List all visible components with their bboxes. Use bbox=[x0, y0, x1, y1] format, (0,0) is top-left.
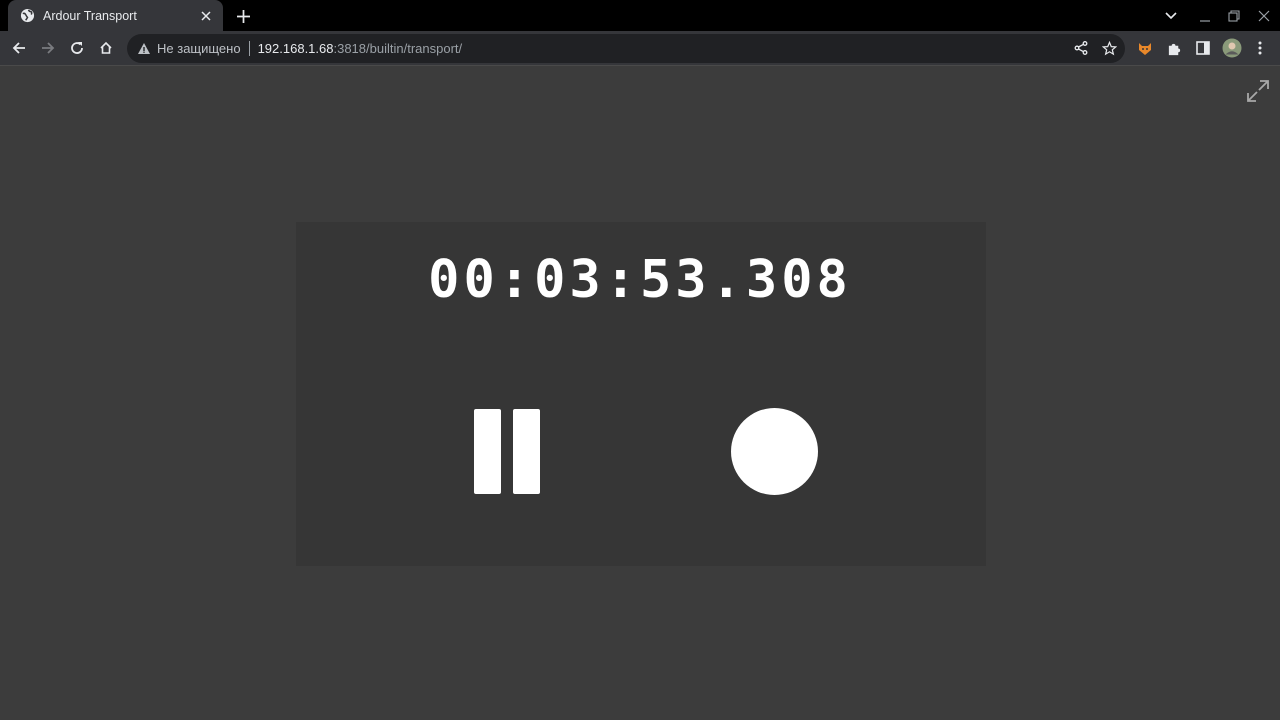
warning-icon[interactable] bbox=[137, 42, 151, 56]
address-bar[interactable]: Не защищено 192.168.1.68:3818/builtin/tr… bbox=[127, 34, 1125, 63]
tab-ardour-transport[interactable]: Ardour Transport bbox=[8, 0, 223, 31]
bookmark-star-icon[interactable] bbox=[1096, 35, 1122, 61]
extensions-puzzle-icon[interactable] bbox=[1161, 35, 1187, 61]
menu-kebab-icon[interactable] bbox=[1247, 35, 1273, 61]
record-button[interactable] bbox=[731, 408, 818, 495]
share-icon[interactable] bbox=[1068, 35, 1094, 61]
forward-icon[interactable] bbox=[35, 35, 61, 61]
tab-search-icon[interactable] bbox=[1160, 5, 1182, 27]
reload-icon[interactable] bbox=[64, 35, 90, 61]
url-text[interactable]: 192.168.1.68:3818/builtin/transport/ bbox=[258, 41, 463, 56]
home-icon[interactable] bbox=[93, 35, 119, 61]
minimize-icon[interactable] bbox=[1194, 5, 1216, 27]
close-window-icon[interactable] bbox=[1253, 5, 1275, 27]
url-host: 192.168.1.68 bbox=[257, 41, 334, 56]
pause-bar-right bbox=[513, 409, 540, 494]
pause-button[interactable] bbox=[472, 407, 542, 497]
back-icon[interactable] bbox=[6, 35, 32, 61]
tab-title: Ardour Transport bbox=[43, 8, 137, 23]
security-label[interactable]: Не защищено bbox=[157, 41, 241, 56]
side-panel-icon[interactable] bbox=[1190, 35, 1216, 61]
omnibox-divider bbox=[248, 41, 250, 56]
browser-toolbar: Не защищено 192.168.1.68:3818/builtin/tr… bbox=[0, 31, 1280, 66]
globe-icon bbox=[19, 8, 35, 24]
url-path: :3818/builtin/transport/ bbox=[333, 41, 463, 56]
pause-bar-left bbox=[474, 409, 501, 494]
extension-fox-icon[interactable] bbox=[1132, 35, 1158, 61]
restore-icon[interactable] bbox=[1223, 5, 1245, 27]
tab-strip: Ardour Transport bbox=[0, 0, 1280, 31]
transport-clock: 00:03:53.308 bbox=[428, 250, 852, 310]
new-tab-icon[interactable] bbox=[232, 5, 254, 27]
close-tab-icon[interactable] bbox=[197, 7, 215, 25]
fullscreen-icon[interactable] bbox=[1245, 78, 1271, 104]
profile-avatar[interactable] bbox=[1219, 35, 1245, 61]
